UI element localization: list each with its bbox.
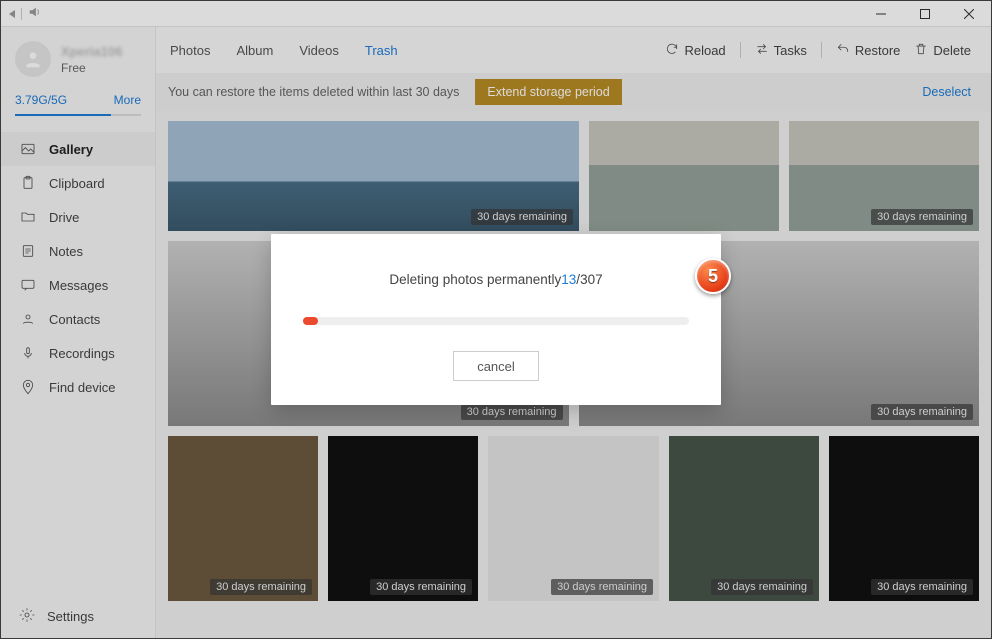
modal-scrim: Deleting photos permanently13/307 cancel… bbox=[1, 1, 991, 638]
cancel-button[interactable]: cancel bbox=[453, 351, 539, 381]
step-callout: 5 bbox=[695, 258, 731, 294]
dialog-actions: cancel bbox=[299, 351, 693, 381]
progress-bar bbox=[303, 317, 689, 325]
delete-dialog: Deleting photos permanently13/307 cancel… bbox=[271, 234, 721, 405]
app-window: Xperia106 Free 3.79G/5G More Gallery Cli… bbox=[0, 0, 992, 639]
dialog-current: 13 bbox=[561, 272, 576, 287]
dialog-total: 307 bbox=[580, 272, 603, 287]
dialog-prefix: Deleting photos permanently bbox=[389, 272, 561, 287]
dialog-message: Deleting photos permanently13/307 bbox=[299, 272, 693, 287]
progress-fill bbox=[303, 317, 318, 325]
